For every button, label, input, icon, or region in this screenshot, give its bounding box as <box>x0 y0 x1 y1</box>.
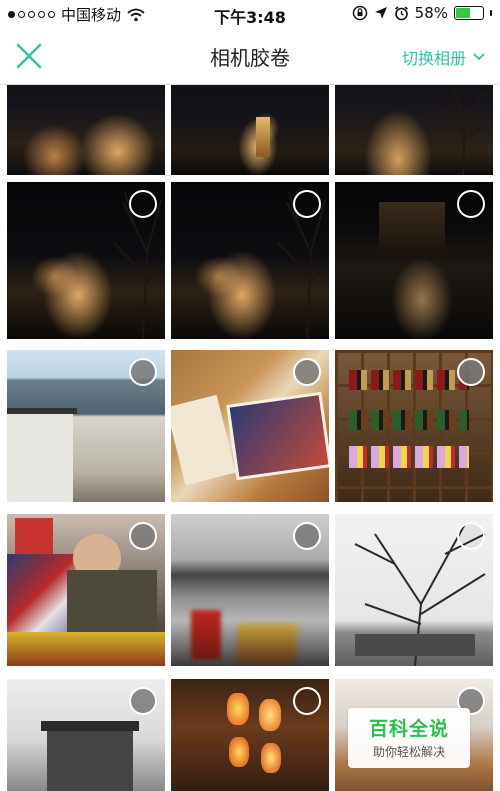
photo-thumbnail[interactable] <box>7 85 165 175</box>
photo-thumbnail[interactable] <box>7 679 165 791</box>
select-circle[interactable] <box>129 358 157 386</box>
watermark-badge: 百科全说 助你轻松解决 <box>348 708 470 768</box>
photo-thumbnail[interactable] <box>335 85 493 175</box>
photo-thumbnail[interactable] <box>335 350 493 502</box>
photo-thumbnail[interactable] <box>171 182 329 339</box>
switch-album-button[interactable]: 切换相册 <box>402 45 486 69</box>
switch-album-label: 切换相册 <box>401 49 466 68</box>
status-bar: 中国移动 下午3:48 58% <box>0 0 500 28</box>
photo-thumbnail[interactable] <box>7 182 165 339</box>
select-circle[interactable] <box>129 190 157 218</box>
photo-thumbnail[interactable] <box>171 85 329 175</box>
photo-thumbnail[interactable] <box>171 679 329 791</box>
rotation-lock-icon <box>352 5 367 21</box>
select-circle[interactable] <box>293 687 321 715</box>
battery-percent: 58% <box>414 4 448 22</box>
photo-thumbnail[interactable] <box>171 514 329 666</box>
select-circle[interactable] <box>293 190 321 218</box>
nav-bar: 相机胶卷 切换相册 <box>0 28 500 85</box>
select-circle[interactable] <box>457 190 485 218</box>
chevron-down-icon <box>473 53 485 61</box>
select-circle[interactable] <box>129 522 157 550</box>
select-circle[interactable] <box>457 522 485 550</box>
photo-thumbnail[interactable] <box>7 350 165 502</box>
photo-thumbnail[interactable] <box>335 182 493 339</box>
photo-thumbnail[interactable] <box>7 514 165 666</box>
photo-grid <box>0 85 500 791</box>
battery-icon <box>454 6 484 20</box>
select-circle[interactable] <box>293 522 321 550</box>
location-arrow-icon <box>374 7 387 19</box>
status-right: 58% <box>352 4 492 22</box>
battery-cap <box>490 10 492 16</box>
photo-thumbnail[interactable] <box>171 350 329 502</box>
watermark-title: 百科全说 <box>368 718 449 740</box>
select-circle[interactable] <box>457 358 485 386</box>
select-circle[interactable] <box>293 358 321 386</box>
photo-thumbnail[interactable] <box>335 514 493 666</box>
watermark-subtitle: 助你轻松解决 <box>372 745 445 759</box>
alarm-clock-icon <box>394 5 408 20</box>
battery-fill <box>456 8 471 18</box>
select-circle[interactable] <box>129 687 157 715</box>
